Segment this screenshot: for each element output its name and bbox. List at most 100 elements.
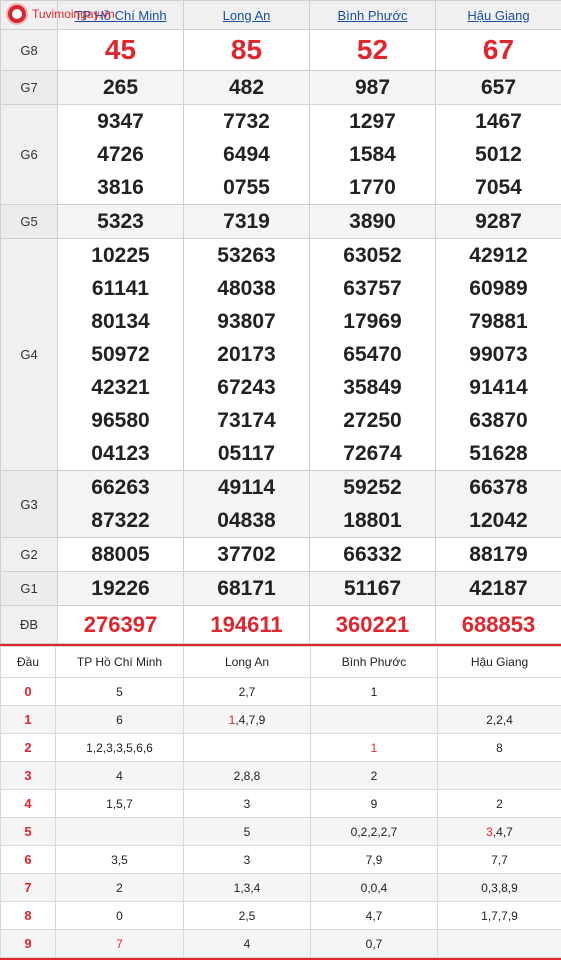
loto-tails: 7,9 (366, 853, 383, 867)
prize-number: 12042 (436, 504, 561, 537)
prize-number: 18801 (310, 504, 435, 537)
loto-special-digit: 3 (486, 825, 493, 839)
prize-number: 72674 (310, 437, 435, 470)
prize-row: G410225611418013450972423219658004123532… (1, 239, 561, 471)
prize-cell: 265 (58, 71, 184, 105)
loto-cell: 2,7 (184, 678, 311, 706)
province-header: Long An (184, 1, 310, 30)
results-table: TP Hồ Chí Minh Long An Bình Phước Hậu Gi… (0, 0, 561, 644)
loto-cell: 2,8,8 (184, 762, 311, 790)
loto-tails: 1,5,7 (106, 797, 133, 811)
loto-row: 052,71 (1, 678, 561, 706)
loto-tails: 0 (116, 909, 123, 923)
prize-number: 7732 (184, 105, 309, 138)
prize-number: 9287 (436, 205, 561, 238)
loto-tails: 2,7 (239, 685, 256, 699)
prize-row: G693474726381677326494075512971584177014… (1, 105, 561, 205)
prize-number: 360221 (310, 606, 435, 643)
prize-number: 4726 (58, 138, 183, 171)
loto-row: 550,2,2,2,73,4,7 (1, 818, 561, 846)
loto-tails: 2 (496, 797, 503, 811)
prize-cell: 37702 (184, 538, 310, 572)
loto-cell: 2,5 (184, 902, 311, 930)
prize-number: 42187 (436, 572, 561, 605)
site-logo[interactable]: Tuvimoingay.vn (6, 3, 115, 25)
loto-cell: 2,2,4 (438, 706, 561, 734)
loto-cell: 3,5 (56, 846, 184, 874)
prize-label: G8 (1, 30, 58, 71)
prize-number: 37702 (184, 538, 309, 571)
loto-dau: 7 (1, 874, 56, 902)
loto-cell: 0,3,8,9 (438, 874, 561, 902)
prize-number: 88005 (58, 538, 183, 571)
prize-number: 85 (184, 30, 309, 70)
loto-cell (438, 762, 561, 790)
loto-dau: 6 (1, 846, 56, 874)
prize-number: 80134 (58, 305, 183, 338)
prize-cell: 482 (184, 71, 310, 105)
loto-tails: 5 (116, 685, 123, 699)
prize-cell: 88005 (58, 538, 184, 572)
loto-cell: 3 (184, 846, 311, 874)
prize-number: 67 (436, 30, 561, 70)
prize-cell: 773264940755 (184, 105, 310, 205)
loto-cell: 7 (56, 930, 184, 958)
prize-number: 60989 (436, 272, 561, 305)
loto-dau: 4 (1, 790, 56, 818)
prize-number: 45 (58, 30, 183, 70)
prize-label: G3 (1, 471, 58, 538)
prize-number: 73174 (184, 404, 309, 437)
loto-special-digit: 7 (116, 937, 123, 951)
province-link-long-an[interactable]: Long An (223, 8, 271, 23)
prize-number: 5323 (58, 205, 183, 238)
loto-table: Đầu TP Hồ Chí Minh Long An Bình Phước Hậ… (0, 646, 561, 958)
loto-tails: 2 (371, 769, 378, 783)
province-link-binh-phuoc[interactable]: Bình Phước (338, 8, 408, 23)
loto-tails: 1,2,3,3,5,6,6 (86, 741, 153, 755)
prize-number: 987 (310, 71, 435, 104)
loto-cell: 3 (184, 790, 311, 818)
loto-tails: ,4,7 (493, 825, 513, 839)
prize-number: 04123 (58, 437, 183, 470)
loto-cell: 4,7 (311, 902, 438, 930)
prize-row: G288005377026633288179 (1, 538, 561, 572)
prize-cell: 51167 (310, 572, 436, 606)
loto-tails: 3 (244, 797, 251, 811)
prize-number: 93807 (184, 305, 309, 338)
prize-number: 68171 (184, 572, 309, 605)
prize-number: 194611 (184, 606, 309, 643)
prize-number: 1584 (310, 138, 435, 171)
prize-cell: 63052637571796965470358492725072674 (310, 239, 436, 471)
prize-cell: 129715841770 (310, 105, 436, 205)
prize-number: 657 (436, 71, 561, 104)
prize-number: 87322 (58, 504, 183, 537)
province-link-hau-giang[interactable]: Hậu Giang (467, 8, 529, 23)
prize-cell: 42912609897988199073914146387051628 (436, 239, 561, 471)
prize-cell: 6637812042 (436, 471, 561, 538)
loto-cell: 6 (56, 706, 184, 734)
loto-cell (438, 678, 561, 706)
loto-cell: 0 (56, 902, 184, 930)
prize-number: 9347 (58, 105, 183, 138)
prize-cell: 66332 (310, 538, 436, 572)
prize-number: 66332 (310, 538, 435, 571)
prize-number: 99073 (436, 338, 561, 371)
prize-number: 50972 (58, 338, 183, 371)
prize-number: 53263 (184, 239, 309, 272)
prize-number: 59252 (310, 471, 435, 504)
loto-tails: 0,0,4 (361, 881, 388, 895)
loto-tails: 1 (371, 685, 378, 699)
loto-special-digit: 1 (371, 741, 378, 755)
loto-row: 63,537,97,7 (1, 846, 561, 874)
prize-number: 5012 (436, 138, 561, 171)
prize-row: G119226681715116742187 (1, 572, 561, 606)
loto-dau: 3 (1, 762, 56, 790)
prize-number: 42912 (436, 239, 561, 272)
loto-cell: 5 (184, 818, 311, 846)
prize-cell: 360221 (310, 606, 436, 644)
loto-tails: 2,5 (239, 909, 256, 923)
loto-tails: 2,2,4 (486, 713, 513, 727)
loto-row: 41,5,7392 (1, 790, 561, 818)
loto-row: 21,2,3,3,5,6,618 (1, 734, 561, 762)
prize-label: G7 (1, 71, 58, 105)
